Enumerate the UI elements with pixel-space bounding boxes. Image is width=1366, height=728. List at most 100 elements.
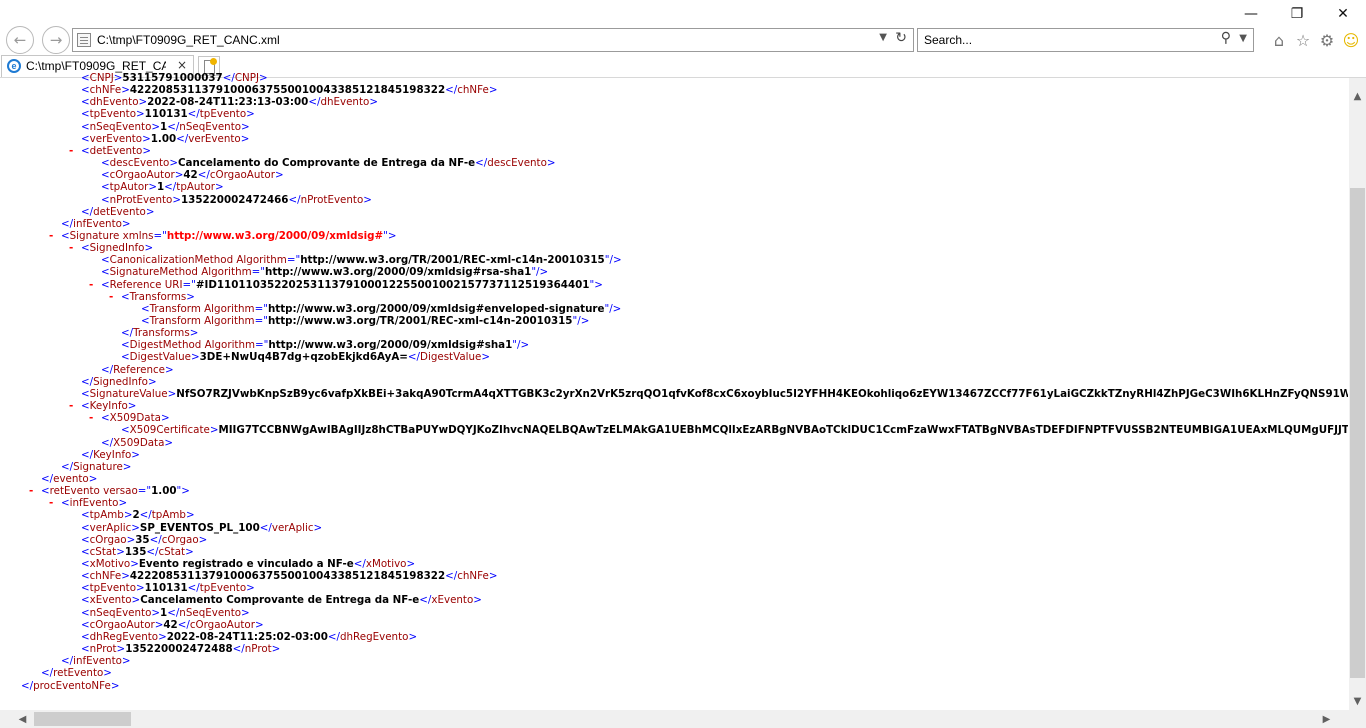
xml-token: <	[81, 84, 90, 97]
xml-token: </	[149, 533, 162, 546]
xml-token: xMotivo	[365, 558, 407, 570]
address-dropdown-icon[interactable]: ▼	[879, 32, 887, 43]
xml-token: >	[121, 655, 131, 668]
home-icon[interactable]: ⌂	[1268, 28, 1290, 52]
collapse-toggle[interactable]: -	[69, 400, 73, 412]
search-icon[interactable]: ⚲	[1221, 30, 1231, 46]
xml-token: http://www.w3.org/2000/09/xmldsig#	[166, 229, 384, 242]
favorites-star-icon[interactable]: ☆	[1292, 28, 1314, 52]
xml-token: >	[151, 606, 161, 619]
xml-line: </evento>	[41, 473, 97, 485]
xml-token: </	[81, 448, 94, 461]
vertical-scroll-thumb[interactable]	[1350, 188, 1365, 678]
search-dropdown-icon[interactable]: ▼	[1239, 33, 1247, 44]
xml-token: <	[81, 545, 90, 558]
scroll-down-icon[interactable]: ▼	[1349, 693, 1366, 710]
xml-token: Algorithm	[200, 315, 255, 327]
xml-token: >	[369, 96, 378, 109]
xml-token: <	[121, 339, 130, 352]
xml-token: >	[185, 545, 194, 558]
search-input[interactable]	[924, 31, 1204, 49]
xml-token: 135220002472488	[125, 643, 233, 656]
xml-token: chNFe	[89, 570, 122, 583]
address-input[interactable]	[97, 31, 867, 49]
xml-token: DigestMethod	[129, 339, 202, 352]
xml-line: <infEvento>	[61, 497, 127, 509]
scroll-left-icon[interactable]: ◀	[14, 710, 31, 728]
xml-token: >	[144, 242, 154, 255]
xml-token: dhEvento	[89, 96, 139, 109]
xml-line: </KeyInfo>	[81, 449, 140, 461]
collapse-toggle[interactable]: -	[89, 279, 93, 291]
xml-token: Reference	[113, 363, 165, 376]
collapse-toggle[interactable]: -	[109, 291, 113, 303]
xml-token: >	[241, 120, 250, 133]
xml-token: <	[61, 229, 70, 242]
search-box[interactable]: ⚲ ▼	[917, 28, 1254, 52]
scroll-up-icon[interactable]: ▲	[1349, 88, 1366, 105]
xml-token: http://www.w3.org/2000/09/xmldsig#sha1	[268, 339, 513, 352]
xml-token: http://www.w3.org/TR/2001/REC-xml-c14n-2…	[300, 254, 605, 267]
collapse-toggle[interactable]: -	[49, 497, 53, 509]
back-button[interactable]: ←	[6, 26, 34, 54]
tab-close-icon[interactable]: ×	[177, 58, 187, 72]
xml-token: >	[127, 400, 137, 413]
xml-token: >	[118, 497, 128, 510]
settings-gear-icon[interactable]: ⚙	[1316, 28, 1338, 52]
scroll-right-icon[interactable]: ▶	[1318, 710, 1335, 728]
xml-token: </	[139, 509, 152, 522]
xml-token: 2	[132, 509, 140, 522]
xml-token: NfSO7RZJVwbKnpSzB9yc6vafpXkBEi+3akqA90Tc…	[176, 387, 1348, 400]
xml-token: <	[101, 254, 110, 267]
xml-token: >	[145, 205, 155, 218]
address-bar[interactable]: ▼ ↻	[72, 28, 914, 52]
navigation-bar: ← → ▼ ↻ ⚲ ▼ ⌂ ☆ ⚙ ☺	[0, 24, 1366, 56]
xml-token: infEvento	[69, 497, 119, 510]
xml-token: <	[81, 144, 90, 157]
xml-token: CanonicalizationMethod	[109, 254, 234, 267]
xml-token: >	[130, 558, 139, 570]
horizontal-scrollbar[interactable]: ◀ ▶	[0, 710, 1349, 728]
xml-token: <	[81, 606, 90, 619]
xml-token: versao	[99, 485, 138, 498]
xml-token: <	[81, 643, 90, 656]
xml-token: >	[274, 169, 284, 182]
xml-token: >	[151, 120, 161, 133]
collapse-toggle[interactable]: -	[49, 230, 53, 242]
xml-token: </	[61, 217, 74, 230]
forward-button[interactable]: →	[42, 26, 70, 54]
xml-token: >	[271, 643, 281, 656]
xml-token: </	[327, 630, 340, 643]
xml-token: cOrgao	[161, 533, 199, 546]
xml-token: <	[101, 412, 110, 425]
xml-token: X509Data	[113, 436, 165, 449]
xml-token: >	[198, 533, 208, 546]
xml-token: >	[215, 181, 224, 194]
collapse-toggle[interactable]: -	[69, 145, 73, 157]
xml-token: >	[167, 387, 177, 400]
xml-token: <	[81, 594, 90, 607]
xml-token: </	[187, 582, 200, 595]
horizontal-scroll-thumb[interactable]	[34, 712, 131, 726]
collapse-toggle[interactable]: -	[69, 242, 73, 254]
xml-token: >	[406, 558, 416, 570]
xml-token: nProtEvento	[109, 193, 173, 206]
xml-token: <	[101, 157, 110, 170]
xml-line: </SignedInfo>	[81, 376, 157, 388]
xml-token: Cancelamento Comprovante de Entrega da N…	[140, 594, 420, 607]
xml-token: ="	[254, 315, 268, 327]
xml-line: <xEvento>Cancelamento Comprovante de Ent…	[81, 594, 482, 606]
feedback-smiley-icon[interactable]: ☺	[1340, 28, 1362, 52]
xml-token: 1.00	[150, 132, 177, 145]
xml-token: ">	[176, 485, 190, 498]
vertical-scrollbar[interactable]: ▲ ▼	[1349, 78, 1366, 710]
refresh-icon[interactable]: ↻	[895, 30, 907, 46]
xml-token: >	[147, 375, 157, 388]
xml-token: >	[131, 594, 141, 607]
collapse-toggle[interactable]: -	[29, 485, 33, 497]
xml-line: <cOrgaoAutor>42</cOrgaoAutor>	[81, 619, 264, 631]
collapse-toggle[interactable]: -	[89, 412, 93, 424]
xml-line: <tpAmb>2</tpAmb>	[81, 509, 195, 521]
xml-token: xEvento	[89, 594, 132, 607]
xml-token: </	[407, 351, 421, 364]
